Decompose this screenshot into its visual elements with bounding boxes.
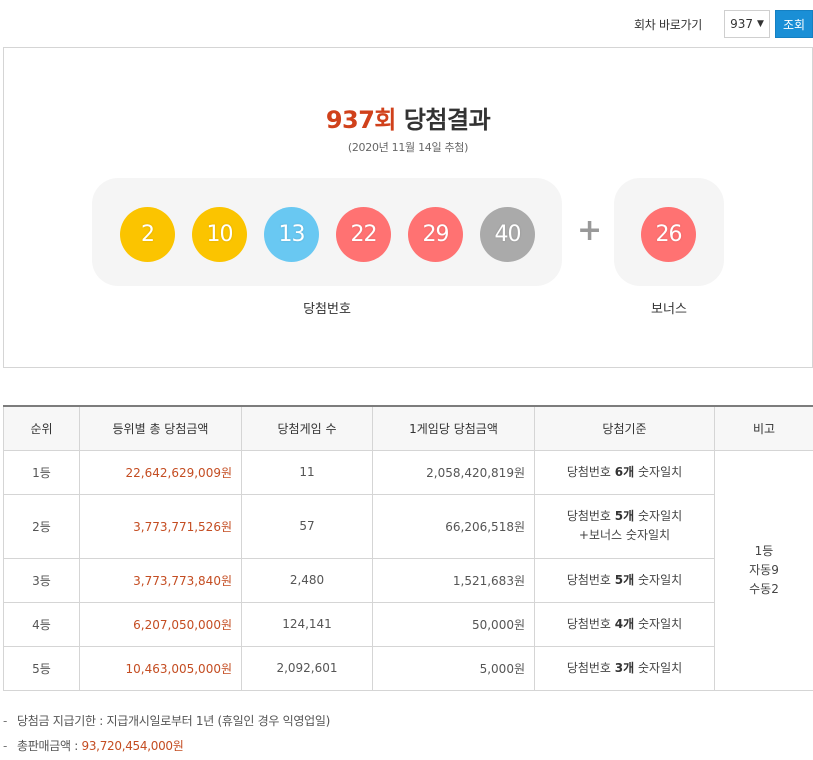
header-remarks: 비고 <box>714 405 813 451</box>
prize-per-game-cell: 2,058,420,819원 <box>372 449 535 495</box>
criteria-text: 당첨번호 <box>566 616 615 631</box>
criteria-cell: 당첨번호 6개 숫자일치 <box>534 449 715 495</box>
criteria-line: 당첨번호 5개 숫자일치 <box>535 507 714 526</box>
winner-count-cell: 2,480 <box>241 557 373 603</box>
plus-icon: + <box>577 213 603 248</box>
prize-per-game-cell: 5,000원 <box>372 645 535 691</box>
winning-number-ball: 22 <box>336 207 391 262</box>
criteria-text: 숫자일치 <box>634 660 683 675</box>
total-prize-cell: 3,773,771,526원 <box>79 493 242 559</box>
table-row: 1등 22,642,629,009원 11 2,058,420,819원 당첨번… <box>3 449 813 691</box>
draw-result-panel: 937회 당첨결과 (2020년 11월 14일 추첨) 2 10 13 22 … <box>3 47 813 368</box>
winning-number-ball: 2 <box>120 207 175 262</box>
remarks-line: 수동2 <box>749 581 779 596</box>
remarks-cell: 1등 자동9 수동2 <box>714 449 813 691</box>
note-text: 당첨금 지급기한 : 지급개시일로부터 1년 (휴일인 경우 익영업일) <box>17 714 330 728</box>
criteria-count: 5개 <box>614 509 635 523</box>
total-prize-cell: 3,773,773,840원 <box>79 557 242 603</box>
total-sales-value: 93,720,454,000원 <box>81 739 184 753</box>
round-navigation: 회차 바로가기 937 ▼ 조회 <box>634 10 813 38</box>
criteria-bonus-line: +보너스 숫자일치 <box>578 528 671 542</box>
criteria-text: 당첨번호 <box>566 660 615 675</box>
round-select-value: 937 <box>730 17 753 31</box>
result-title-text: 당첨결과 <box>396 106 491 134</box>
note-payment-deadline: - 당첨금 지급기한 : 지급개시일로부터 1년 (휴일인 경우 익영업일) <box>3 712 330 737</box>
winning-number-ball: 29 <box>408 207 463 262</box>
total-prize-cell: 6,207,050,000원 <box>79 601 242 647</box>
total-prize-cell: 22,642,629,009원 <box>79 449 242 495</box>
rank-cell: 3등 <box>3 557 80 603</box>
criteria-text: 당첨번호 <box>566 572 615 587</box>
prize-per-game-cell: 50,000원 <box>372 601 535 647</box>
table-row: 3등 3,773,773,840원 2,480 1,521,683원 당첨번호 … <box>3 557 813 603</box>
criteria-cell: 당첨번호 5개 숫자일치 <box>534 557 715 603</box>
criteria-text: 숫자일치 <box>634 464 683 479</box>
note-total-sales: - 총판매금액 : 93,720,454,000원 <box>3 737 330 760</box>
criteria-cell: 당첨번호 3개 숫자일치 <box>534 645 715 691</box>
criteria-count: 4개 <box>614 616 635 631</box>
round-goto-label: 회차 바로가기 <box>634 17 702 32</box>
table-row: 4등 6,207,050,000원 124,141 50,000원 당첨번호 4… <box>3 601 813 647</box>
criteria-count: 5개 <box>614 572 635 587</box>
search-button[interactable]: 조회 <box>775 10 813 38</box>
prize-per-game-cell: 1,521,683원 <box>372 557 535 603</box>
notes-list: - 당첨금 지급기한 : 지급개시일로부터 1년 (휴일인 경우 익영업일) -총… <box>3 712 330 760</box>
criteria-text: 숫자일치 <box>634 616 683 631</box>
round-number: 937회 <box>325 106 397 134</box>
prize-per-game-cell: 66,206,518원 <box>372 493 535 559</box>
table-row: 5등 10,463,005,000원 2,092,601 5,000원 당첨번호… <box>3 645 813 691</box>
criteria-count: 6개 <box>614 464 635 479</box>
prize-table: 순위 등위별 총 당첨금액 당첨게임 수 1게임당 당첨금액 당첨기준 비고 1… <box>3 405 813 691</box>
criteria-cell: 당첨번호 5개 숫자일치 +보너스 숫자일치 <box>534 493 715 559</box>
draw-date: (2020년 11월 14일 추첨) <box>347 141 469 154</box>
rank-cell: 4등 <box>3 601 80 647</box>
caret-down-icon: ▼ <box>756 19 764 29</box>
table-row: 2등 3,773,771,526원 57 66,206,518원 당첨번호 5개… <box>3 493 813 559</box>
header-total-prize: 등위별 총 당첨금액 <box>79 405 242 451</box>
result-title: 937회 당첨결과 <box>4 100 812 135</box>
rank-cell: 1등 <box>3 449 80 495</box>
bonus-caption: 보너스 <box>651 302 687 317</box>
header-rank: 순위 <box>3 405 80 451</box>
note-dash: - <box>3 714 8 728</box>
criteria-count: 3개 <box>614 660 635 675</box>
header-criteria: 당첨기준 <box>534 405 715 451</box>
criteria-text: 당첨번호 <box>566 509 615 523</box>
winner-count-cell: 2,092,601 <box>241 645 373 691</box>
winning-number-ball: 10 <box>192 207 247 262</box>
criteria-cell: 당첨번호 4개 숫자일치 <box>534 601 715 647</box>
note-dash: - <box>3 739 8 753</box>
bonus-number-ball: 26 <box>641 207 696 262</box>
rank-cell: 2등 <box>3 493 80 559</box>
criteria-text: 당첨번호 <box>566 464 615 479</box>
criteria-text: 숫자일치 <box>634 509 683 523</box>
header-winner-count: 당첨게임 수 <box>241 405 373 451</box>
remarks-line: 1등 <box>754 543 774 558</box>
header-prize-per-game: 1게임당 당첨금액 <box>372 405 535 451</box>
remarks-line: 자동9 <box>749 562 779 577</box>
table-header-row: 순위 등위별 총 당첨금액 당첨게임 수 1게임당 당첨금액 당첨기준 비고 <box>3 405 813 451</box>
criteria-text: 숫자일치 <box>634 572 683 587</box>
rank-cell: 5등 <box>3 645 80 691</box>
total-prize-cell: 10,463,005,000원 <box>79 645 242 691</box>
winning-number-ball: 13 <box>264 207 319 262</box>
winner-count-cell: 57 <box>241 493 373 559</box>
winning-numbers-caption: 당첨번호 <box>303 302 351 317</box>
winner-count-cell: 11 <box>241 449 373 495</box>
round-select[interactable]: 937 ▼ <box>724 10 770 38</box>
note-label: 총판매금액 : <box>17 739 82 753</box>
winning-number-ball: 40 <box>480 207 535 262</box>
winner-count-cell: 124,141 <box>241 601 373 647</box>
